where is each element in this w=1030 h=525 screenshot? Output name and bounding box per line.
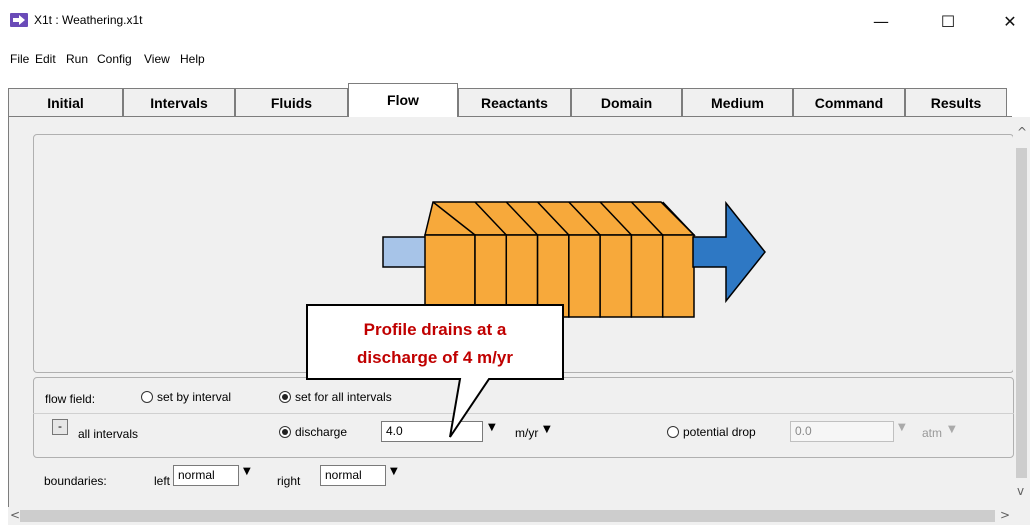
left-boundary-dropdown-icon[interactable]: ▼	[243, 466, 251, 477]
menu-bar: File Edit Run Config View Help	[0, 49, 1030, 69]
tab-command[interactable]: Command	[793, 88, 905, 116]
close-button[interactable]: ✕	[987, 6, 1030, 38]
menu-run[interactable]: Run	[66, 52, 88, 66]
potential-unit-dropdown-icon[interactable]: ▼	[948, 424, 956, 435]
scroll-left-icon[interactable]: <	[10, 508, 20, 522]
menu-edit[interactable]: Edit	[35, 52, 56, 66]
column-cell	[568, 234, 601, 318]
outlet-arrow	[692, 200, 766, 304]
tab-fluids[interactable]: Fluids	[235, 88, 348, 116]
column-cell	[630, 234, 664, 318]
vertical-scroll-thumb[interactable]	[1016, 148, 1027, 478]
tab-intervals[interactable]: Intervals	[123, 88, 235, 116]
tab-domain[interactable]: Domain	[571, 88, 682, 116]
callout-line-2: discharge of 4 m/yr	[357, 348, 513, 367]
right-boundary-dropdown-icon[interactable]: ▼	[390, 466, 398, 477]
inlet-pipe	[382, 236, 427, 268]
horizontal-scroll-thumb[interactable]	[20, 510, 995, 522]
right-boundary-input[interactable]: normal	[320, 465, 386, 486]
all-intervals-label: all intervals	[78, 427, 139, 441]
minimize-button[interactable]: —	[858, 6, 904, 38]
radio-discharge[interactable]	[279, 426, 291, 438]
tab-reactants[interactable]: Reactants	[458, 88, 571, 116]
tab-medium[interactable]: Medium	[682, 88, 793, 116]
left-label: left	[154, 474, 171, 488]
column-cell	[599, 234, 633, 318]
tab-flow[interactable]: Flow	[348, 83, 458, 117]
tab-initial[interactable]: Initial	[8, 88, 123, 116]
menu-config[interactable]: Config	[97, 52, 132, 66]
radio-set-for-all[interactable]	[279, 391, 291, 403]
flow-field-label: flow field:	[45, 392, 96, 406]
callout-text: Profile drains at a discharge of 4 m/yr	[307, 316, 563, 372]
radio-potential-drop[interactable]	[667, 426, 679, 438]
left-boundary-input[interactable]: normal	[173, 465, 239, 486]
column-cell	[661, 234, 695, 318]
column-top-face	[424, 201, 696, 236]
arrow-right-icon	[10, 13, 28, 27]
maximize-button[interactable]: ☐	[925, 6, 971, 38]
scroll-right-icon[interactable]: >	[1000, 508, 1010, 522]
collapse-button[interactable]: -	[52, 419, 68, 435]
window-title: X1t : Weathering.x1t	[34, 13, 143, 27]
radio-set-by-interval[interactable]	[141, 391, 153, 403]
scroll-down-icon[interactable]: v	[1017, 484, 1024, 498]
menu-file[interactable]: File	[10, 52, 29, 66]
scroll-up-icon[interactable]: ^	[1017, 125, 1027, 139]
tab-bar: Initial Intervals Fluids Flow Reactants …	[8, 83, 1010, 117]
menu-help[interactable]: Help	[180, 52, 205, 66]
potential-unit[interactable]: atm	[922, 426, 942, 440]
set-by-interval-label[interactable]: set by interval	[157, 390, 231, 404]
tab-results[interactable]: Results	[905, 88, 1007, 116]
right-label: right	[277, 474, 301, 488]
boundaries-label: boundaries:	[44, 474, 107, 488]
menu-view[interactable]: View	[144, 52, 170, 66]
potential-dropdown-icon[interactable]: ▼	[898, 422, 906, 433]
potential-drop-label[interactable]: potential drop	[683, 425, 756, 439]
potential-drop-input[interactable]: 0.0	[790, 421, 894, 442]
callout-line-1: Profile drains at a	[363, 320, 507, 339]
